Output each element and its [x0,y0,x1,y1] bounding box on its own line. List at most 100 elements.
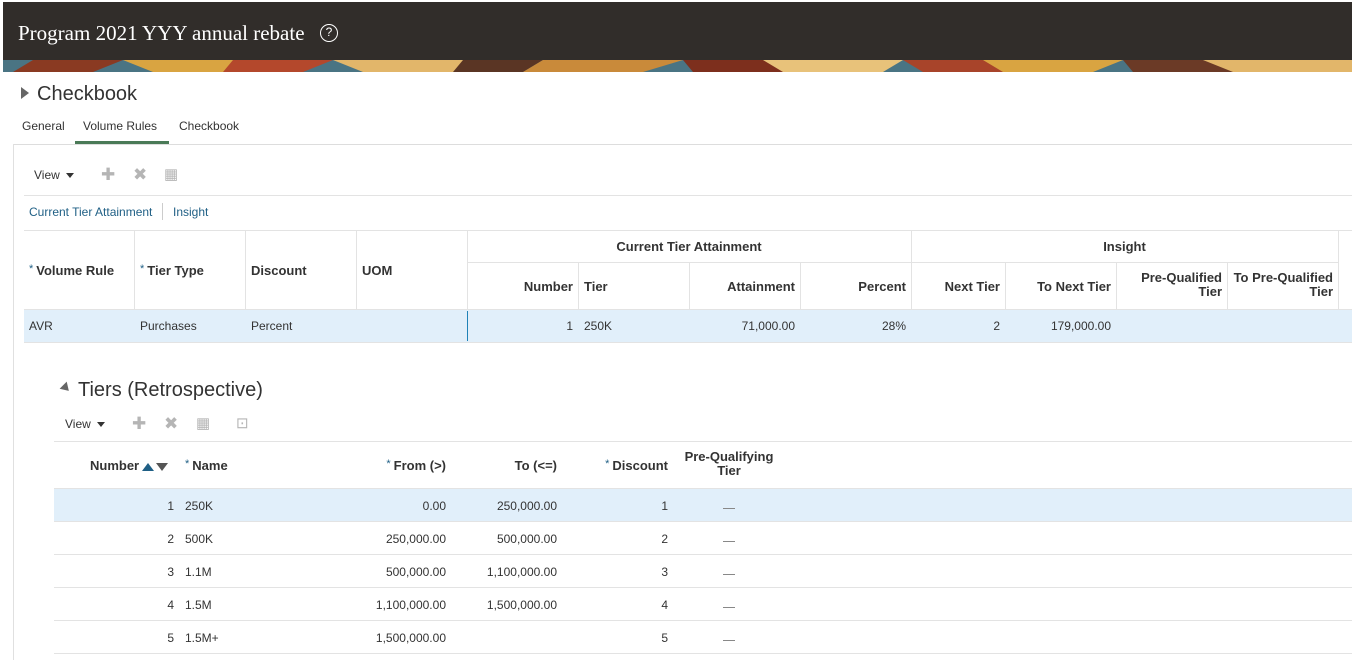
tier-to: 1,100,000.00 [486,565,557,579]
tier-discount: 2 [661,532,668,546]
tier-number: 1 [167,499,174,513]
empty-value-dash [723,541,735,542]
tier-from: 1,500,000.00 [375,631,446,645]
tier-to: 1,500,000.00 [486,598,557,612]
section-collapse-icon[interactable] [59,381,73,395]
cell-number: 1 [566,319,573,333]
tier-discount: 1 [661,499,668,513]
column-group-insight[interactable]: Insight [173,205,208,219]
col-header-uom[interactable]: UOM [362,263,392,278]
col-header-label: From (>) [393,458,446,473]
help-icon[interactable]: ? [320,24,338,42]
decorative-banner [3,60,1352,72]
cell-volume-rule: AVR [29,319,53,333]
delete-icon[interactable]: ✖ [133,166,147,183]
page-title: Program 2021 YYY annual rebate [18,21,305,45]
view-menu-label: View [34,168,60,182]
col-header-number[interactable]: Number [467,279,573,294]
cell-next-tier: 2 [993,319,1000,333]
tab-checkbook[interactable]: Checkbook [179,119,239,133]
col-header-label: Volume Rule [36,263,115,278]
sort-descending-icon[interactable] [156,462,169,471]
tier-number: 3 [167,565,174,579]
empty-value-dash [723,640,735,641]
chevron-down-icon [65,173,74,179]
tier-to: 500,000.00 [496,532,557,546]
tiers-col-header-pre-qualifying-tier[interactable]: Pre-Qualifying Tier [679,450,779,478]
group-header-insight: Insight [1103,239,1146,254]
tab-general[interactable]: General [22,119,65,133]
col-header-attainment[interactable]: Attainment [689,279,795,294]
empty-value-dash [723,607,735,608]
col-header-to-next-tier[interactable]: To Next Tier [1005,279,1111,294]
freeze-columns-icon[interactable]: ▦ [196,415,210,432]
col-header-label: Tier Type [147,263,204,278]
section-expand-icon[interactable] [21,87,29,99]
delete-icon[interactable]: ✖ [164,415,178,432]
panel-border [13,144,14,660]
tier-discount: 3 [661,565,668,579]
table-bottom-border [24,342,1352,343]
tier-number: 2 [167,532,174,546]
freeze-columns-icon[interactable]: ▦ [164,166,178,183]
tier-name: 500K [185,532,214,546]
table-row[interactable] [24,310,1352,342]
col-header-tier[interactable]: Tier [584,279,608,294]
cell-tier: 250K [584,319,613,333]
cell-to-next-tier: 179,000.00 [1050,319,1111,333]
tier-number: 5 [167,631,174,645]
tiers-col-header-name[interactable]: * Name [185,458,228,473]
tiers-col-header-from[interactable]: * From (>) [336,458,446,473]
col-header-next-tier[interactable]: Next Tier [911,279,1000,294]
col-header-to-pre-qualified-tier[interactable]: To Pre-Qualified Tier [1227,271,1333,299]
tiers-header-top [54,441,1352,442]
col-divider [578,262,579,309]
row-divider [54,554,1352,555]
required-indicator: * [29,263,34,275]
row-divider [54,521,1352,522]
view-menu[interactable]: View [34,168,74,182]
empty-value-dash [723,574,735,575]
tab-volume-rules[interactable]: Volume Rules [83,119,157,133]
tiers-section-title: Tiers (Retrospective) [78,379,263,401]
tiers-col-header-number[interactable]: Number [90,458,169,473]
row-divider [54,653,1352,654]
section-title: Checkbook [37,83,138,105]
tier-discount: 4 [661,598,668,612]
col-header-discount[interactable]: Discount [251,263,307,278]
col-header-percent[interactable]: Percent [800,279,906,294]
tier-name: 1.1M [185,565,212,579]
col-header-label: Discount [612,458,668,473]
tab-divider [13,144,1352,145]
tier-from: 1,100,000.00 [375,598,446,612]
page-header: Program 2021 YYY annual rebate ? [3,2,1352,60]
column-group-current-tier-attainment[interactable]: Current Tier Attainment [29,205,152,219]
table-row[interactable] [54,489,1352,521]
group-header-current-tier-attainment: Current Tier Attainment [616,239,762,254]
col-divider [1338,230,1339,309]
add-icon[interactable]: ✚ [132,415,146,432]
col-header-volume-rule[interactable]: * Volume Rule [29,263,114,278]
cell-attainment: 71,000.00 [741,319,795,333]
sort-ascending-icon[interactable] [142,462,155,471]
detach-icon[interactable]: ⊡ [236,415,249,432]
add-icon[interactable]: ✚ [101,166,115,183]
tier-to: 250,000.00 [496,499,557,513]
tiers-col-header-to[interactable]: To (<=) [447,458,557,473]
col-header-tier-type[interactable]: * Tier Type [140,263,204,278]
cell-discount: Percent [251,319,293,333]
link-separator [162,203,163,220]
empty-value-dash [723,508,735,509]
tiers-view-menu[interactable]: View [65,417,105,431]
col-header-pre-qualified-tier[interactable]: Pre-Qualified Tier [1116,271,1222,299]
cell-percent: 28% [881,319,906,333]
toolbar-divider [24,195,1352,196]
tier-discount: 5 [661,631,668,645]
tier-from: 250,000.00 [385,532,446,546]
row-divider [54,620,1352,621]
tiers-col-header-discount[interactable]: * Discount [558,458,668,473]
required-indicator: * [185,458,190,470]
col-divider [356,230,357,309]
tier-name: 250K [185,499,214,513]
view-menu-label: View [65,417,91,431]
